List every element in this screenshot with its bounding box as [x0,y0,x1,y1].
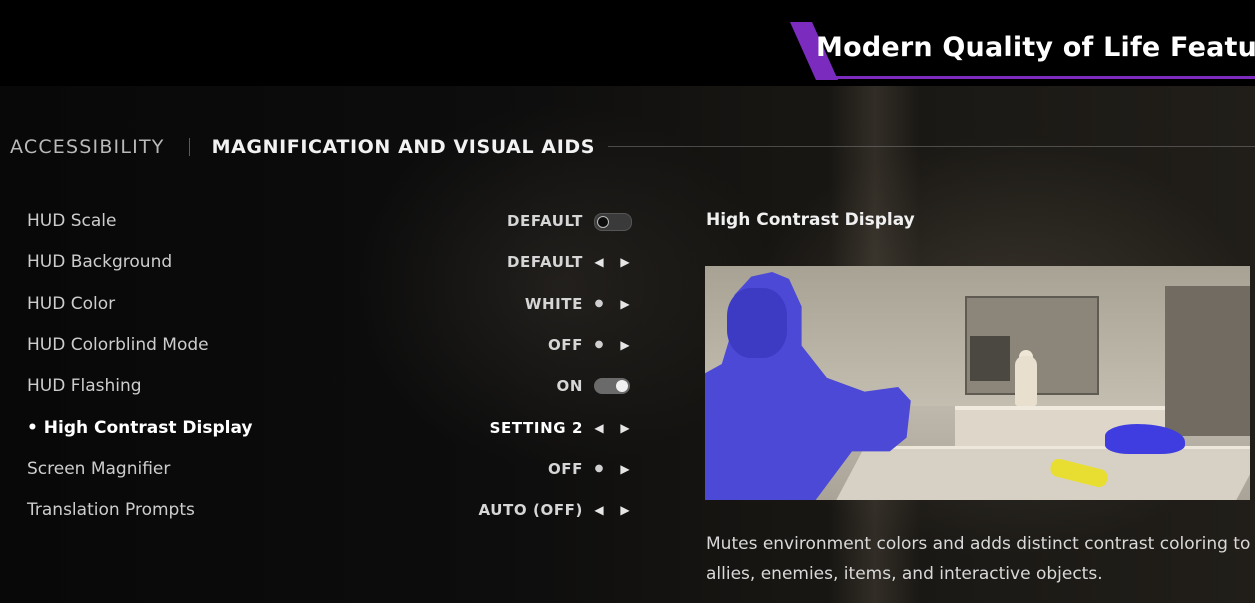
arrow-left-icon[interactable]: ◀ [592,252,606,272]
preview-ally-shade [727,288,787,358]
menu-header: ACCESSIBILITY MAGNIFICATION AND VISUAL A… [10,132,595,162]
value-stepper: ● ▶ [590,459,634,479]
preview-image [705,266,1250,500]
setting-label: HUD Background [27,252,173,273]
value-stepper: ◀ ▶ [590,252,634,272]
value-stepper: ◀ ▶ [590,418,634,438]
banner-title: Modern Quality of Life Features [816,32,1255,63]
setting-value: WHITE [524,294,583,313]
arrow-left-icon[interactable]: ◀ [592,418,606,438]
value-stepper: ◀ ▶ [590,500,634,520]
preview-npc [1015,356,1037,406]
detail-description: Mutes environment colors and adds distin… [706,534,1251,584]
arrow-right-icon[interactable]: ▶ [618,459,632,479]
header-divider [188,138,190,156]
setting-value: SETTING 2 [489,418,583,437]
setting-value: OFF [547,335,583,354]
setting-label: HUD Scale [27,211,117,231]
setting-value: ON [556,377,583,396]
setting-row-screen-magnifier[interactable]: Screen Magnifier OFF ● ▶ [0,449,640,489]
setting-label: Translation Prompts [27,500,195,521]
toggle-switch[interactable] [594,378,630,395]
setting-label: Screen Magnifier [27,458,171,479]
arrow-right-icon[interactable]: ▶ [618,252,632,272]
setting-row-hud-scale[interactable]: HUD Scale DEFAULT [0,201,640,241]
value-stepper: ● ▶ [590,294,634,314]
dot-icon: ● [594,463,604,475]
dot-icon: ● [594,339,604,351]
setting-row-hud-color[interactable]: HUD Color WHITE ● ▶ [0,284,640,324]
setting-value: OFF [547,459,583,478]
setting-label: HUD Colorblind Mode [27,334,209,355]
video-banner: Modern Quality of Life Features [790,22,1255,80]
page-title: MAGNIFICATION AND VISUAL AIDS [211,136,596,158]
header-rule [608,146,1255,147]
toggle-knob [616,380,628,393]
banner-underline [818,76,1255,79]
arrow-right-icon[interactable]: ▶ [618,294,632,314]
preview-table [831,446,1250,500]
setting-label: HUD Color [27,293,116,314]
detail-title: High Contrast Display [706,210,915,230]
setting-label: • High Contrast Display [27,417,253,438]
arrow-right-icon[interactable]: ▶ [618,335,632,355]
arrow-right-icon[interactable]: ▶ [618,500,632,520]
toggle-switch[interactable] [594,213,632,231]
setting-row-hud-flashing[interactable]: HUD Flashing ON [0,366,640,406]
setting-value: DEFAULT [506,253,583,272]
setting-row-high-contrast-display[interactable]: • High Contrast Display SETTING 2 ◀ ▶ [0,408,640,448]
setting-value: DEFAULT [506,212,583,230]
preview-door [1165,286,1250,436]
setting-row-translation-prompts[interactable]: Translation Prompts AUTO (OFF) ◀ ▶ [0,490,640,530]
arrow-right-icon[interactable]: ▶ [618,418,632,438]
setting-value: AUTO (OFF) [478,501,583,520]
dot-icon: ● [594,298,604,310]
tab-accessibility[interactable]: ACCESSIBILITY [10,136,165,158]
setting-label: HUD Flashing [27,376,142,397]
setting-row-hud-colorblind-mode[interactable]: HUD Colorblind Mode OFF ● ▶ [0,325,640,365]
toggle-knob [597,216,609,228]
setting-row-hud-background[interactable]: HUD Background DEFAULT ◀ ▶ [0,242,640,282]
arrow-left-icon[interactable]: ◀ [592,500,606,520]
preview-shelf [970,336,1010,381]
value-stepper: ● ▶ [590,335,634,355]
